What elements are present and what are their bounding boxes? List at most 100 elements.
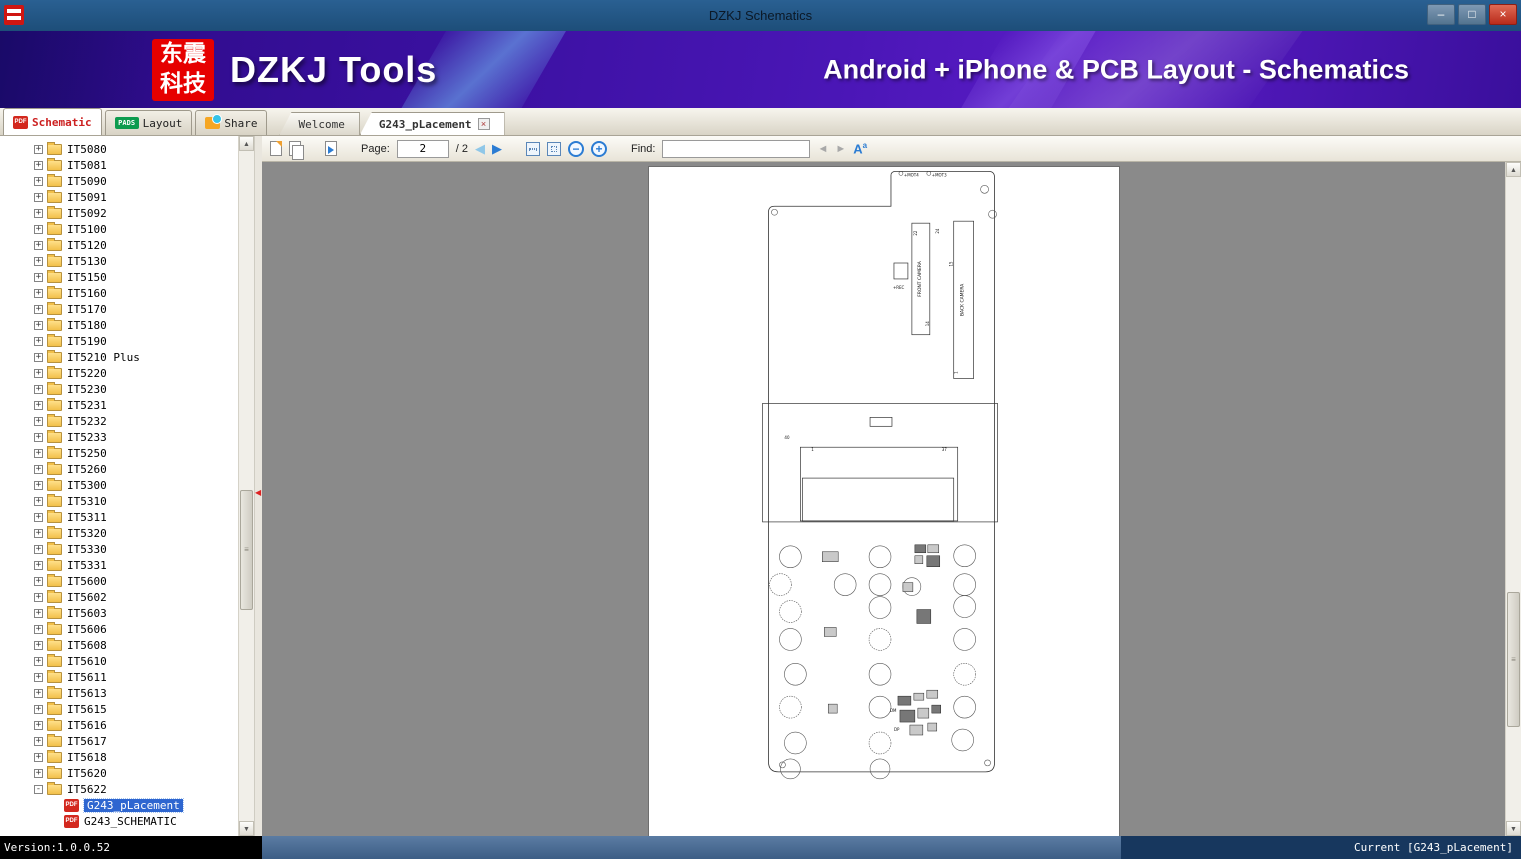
expand-toggle-icon[interactable]: + (34, 672, 43, 682)
tree-folder-row[interactable]: + IT5600 (0, 573, 238, 589)
expand-toggle-icon[interactable]: + (34, 272, 43, 282)
tree-folder-row[interactable]: + IT5220 (0, 365, 238, 381)
pages-copy-icon[interactable] (289, 141, 304, 160)
tree-folder-row[interactable]: + IT5232 (0, 413, 238, 429)
expand-toggle-icon[interactable]: + (34, 224, 43, 234)
tree-folder-row[interactable]: + IT5231 (0, 397, 238, 413)
tree-folder-row[interactable]: + IT5100 (0, 221, 238, 237)
tree-folder-row[interactable]: + IT5603 (0, 605, 238, 621)
next-page-button[interactable]: ▶ (492, 141, 502, 157)
expand-toggle-icon[interactable]: + (34, 320, 43, 330)
tree-folder-row[interactable]: + IT5610 (0, 653, 238, 669)
tree-folder-row[interactable]: + IT5331 (0, 557, 238, 573)
tree-folder-row[interactable]: + IT5160 (0, 285, 238, 301)
expand-toggle-icon[interactable]: + (34, 704, 43, 714)
tree-folder-row[interactable]: + IT5320 (0, 525, 238, 541)
expand-toggle-icon[interactable]: + (34, 256, 43, 266)
expand-toggle-icon[interactable]: + (34, 208, 43, 218)
tab-share[interactable]: Share (195, 110, 268, 135)
tree-folder-row[interactable]: + IT5081 (0, 157, 238, 173)
expand-toggle-icon[interactable]: + (34, 192, 43, 202)
tree-folder-row[interactable]: + IT5615 (0, 701, 238, 717)
tree-folder-row[interactable]: + IT5080 (0, 141, 238, 157)
expand-toggle-icon[interactable]: + (34, 144, 43, 154)
tab-close-icon[interactable]: × (477, 118, 490, 130)
expand-toggle-icon[interactable]: + (34, 240, 43, 250)
expand-toggle-icon[interactable]: + (34, 608, 43, 618)
tree-folder-row[interactable]: + IT5618 (0, 749, 238, 765)
tree-folder-row[interactable]: + IT5180 (0, 317, 238, 333)
expand-toggle-icon[interactable]: + (34, 496, 43, 506)
zoom-in-button[interactable]: + (590, 140, 607, 157)
close-button[interactable]: × (1489, 4, 1517, 25)
document-scrollbar[interactable]: ▲ ≡ ▼ (1505, 162, 1521, 836)
tree-folder-row[interactable]: + IT5310 (0, 493, 238, 509)
tree-folder-row[interactable]: + IT5616 (0, 717, 238, 733)
expand-toggle-icon[interactable]: + (34, 352, 43, 362)
expand-toggle-icon[interactable]: + (34, 432, 43, 442)
tree-folder-row[interactable]: + IT5300 (0, 477, 238, 493)
expand-toggle-icon[interactable]: + (34, 640, 43, 650)
tree-folder-row[interactable]: + IT5613 (0, 685, 238, 701)
expand-toggle-icon[interactable]: + (34, 592, 43, 602)
tree-folder-row[interactable]: + IT5091 (0, 189, 238, 205)
pages-multi-icon[interactable] (325, 141, 337, 156)
expand-toggle-icon[interactable]: + (34, 160, 43, 170)
expand-toggle-icon[interactable]: + (34, 304, 43, 314)
expand-toggle-icon[interactable]: + (34, 368, 43, 378)
tree-file-row-selected[interactable]: PDF G243_pLacement (0, 797, 238, 813)
tree-folder-row[interactable]: + IT5608 (0, 637, 238, 653)
expand-toggle-icon[interactable]: + (34, 624, 43, 634)
expand-toggle-icon[interactable]: + (34, 544, 43, 554)
expand-toggle-icon[interactable]: + (34, 560, 43, 570)
tree-folder-row[interactable]: + IT5190 (0, 333, 238, 349)
tab-schematic[interactable]: PDF Schematic (3, 108, 102, 135)
find-prev-icon[interactable]: ◄ (817, 143, 828, 155)
tree-folder-row[interactable]: + IT5250 (0, 445, 238, 461)
tree-folder-row[interactable]: + IT5611 (0, 669, 238, 685)
sidebar-scrollbar[interactable]: ▲ ≡ ▼ (238, 136, 254, 836)
expand-toggle-icon[interactable]: + (34, 416, 43, 426)
doc-tab-g243-placement[interactable]: G243_pLacement × (359, 112, 505, 135)
expand-toggle-icon[interactable]: + (34, 656, 43, 666)
fit-width-button[interactable] (525, 141, 540, 156)
expand-toggle-icon[interactable]: + (34, 688, 43, 698)
font-size-button[interactable]: Aa (853, 141, 867, 156)
scroll-up-icon[interactable]: ▲ (1506, 162, 1521, 177)
tree-folder-row[interactable]: + IT5130 (0, 253, 238, 269)
tree-file-row[interactable]: PDF G243_SCHEMATIC (0, 813, 238, 829)
tree-folder-row[interactable]: + IT5150 (0, 269, 238, 285)
expand-toggle-icon[interactable]: - (34, 784, 43, 794)
expand-toggle-icon[interactable]: + (34, 528, 43, 538)
expand-toggle-icon[interactable]: + (34, 384, 43, 394)
tree-folder-row[interactable]: + IT5230 (0, 381, 238, 397)
expand-toggle-icon[interactable]: + (34, 464, 43, 474)
document-canvas[interactable]: +MOT4 +MOT3 FRONT CAMERA BACK CAMERA +RE… (262, 162, 1505, 836)
collapse-tree-icon[interactable]: ◀ (255, 488, 261, 497)
expand-toggle-icon[interactable]: + (34, 448, 43, 458)
expand-toggle-icon[interactable]: + (34, 336, 43, 346)
tree-folder-row[interactable]: + IT5330 (0, 541, 238, 557)
expand-toggle-icon[interactable]: + (34, 576, 43, 586)
expand-toggle-icon[interactable]: + (34, 768, 43, 778)
expand-toggle-icon[interactable]: + (34, 400, 43, 410)
tree-folder-row[interactable]: + IT5606 (0, 621, 238, 637)
tree-folder-row[interactable]: + IT5260 (0, 461, 238, 477)
page-number-input[interactable] (396, 139, 449, 158)
scroll-up-icon[interactable]: ▲ (239, 136, 254, 151)
tree-folder-row[interactable]: - IT5622 (0, 781, 238, 797)
find-next-icon[interactable]: ► (835, 143, 846, 155)
scroll-down-icon[interactable]: ▼ (239, 821, 254, 836)
tab-layout[interactable]: PADS Layout (104, 110, 193, 135)
tree-folder-row[interactable]: + IT5602 (0, 589, 238, 605)
panel-splitter[interactable]: ◀ (254, 136, 262, 836)
expand-toggle-icon[interactable]: + (34, 480, 43, 490)
find-input[interactable] (662, 139, 811, 158)
prev-page-button[interactable]: ◀ (475, 141, 485, 157)
tree-folder-row[interactable]: + IT5620 (0, 765, 238, 781)
maximize-button[interactable]: □ (1458, 4, 1486, 25)
minimize-button[interactable]: – (1427, 4, 1455, 25)
expand-toggle-icon[interactable]: + (34, 736, 43, 746)
page-single-icon[interactable] (270, 141, 282, 156)
doc-tab-welcome[interactable]: Welcome (279, 112, 360, 135)
